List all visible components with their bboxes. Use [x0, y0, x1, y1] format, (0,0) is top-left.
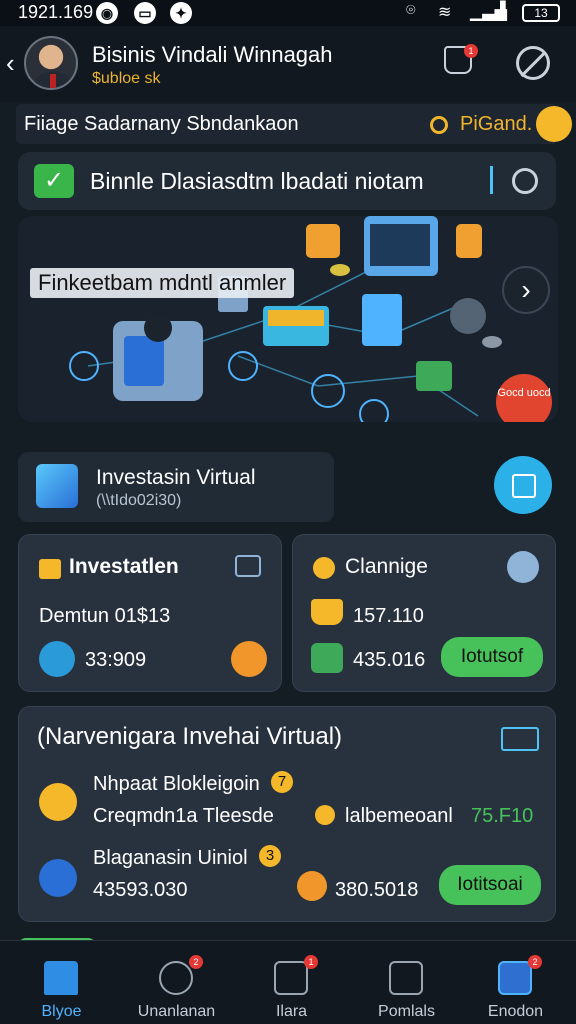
nav-label: Ilara	[275, 1003, 308, 1020]
nav-home[interactable]: Blyoe	[4, 941, 119, 1024]
wifi-icon: ≋	[438, 4, 452, 21]
avatar[interactable]	[24, 36, 78, 90]
search-text: Binnle Dlasiasdtm lbadati niotam	[90, 168, 424, 194]
document-icon	[389, 961, 423, 995]
item-action-button[interactable]: Iotitsoai	[439, 865, 541, 905]
chat-icon: ▭	[134, 2, 156, 24]
nav-badge: 2	[528, 955, 542, 969]
coin-icon	[315, 805, 335, 825]
nav-pomlals[interactable]: Pomlals	[349, 941, 464, 1024]
page-subtitle: $ubloe sk	[92, 70, 161, 87]
list-item-sub: 43593.030	[93, 879, 188, 901]
coin-icon	[430, 116, 448, 134]
profile-icon	[498, 961, 532, 995]
list-item-title: Blaganasin Uiniol	[93, 847, 248, 869]
nav-ilara[interactable]: 1 Ilara	[234, 941, 349, 1024]
nav-enodon[interactable]: 2 Enodon	[458, 941, 573, 1024]
reward-icon[interactable]	[536, 106, 572, 142]
list-item-sub: Creqmdn1a Tleesde	[93, 805, 274, 827]
status-time: 1921.169	[18, 2, 94, 22]
text-cursor	[490, 166, 493, 194]
nav-label: Unanlanan	[137, 1003, 216, 1020]
count-badge: 3	[259, 845, 281, 867]
cart-badge: 1	[464, 44, 478, 58]
bottom-nav: Blyoe 2 Unanlanan 1 Ilara Pomlals 2 Enod…	[0, 940, 576, 1024]
block-icon[interactable]	[516, 46, 550, 80]
chat-icon	[159, 961, 193, 995]
investasi-row[interactable]: Investasin Virtual (\\tIdo02i30)	[18, 452, 334, 522]
card-row: Demtun 01$13	[39, 605, 171, 627]
nav-badge: 1	[304, 955, 318, 969]
nav-label: Pomlals	[378, 1003, 435, 1020]
nav-label: Enodon	[487, 1003, 544, 1020]
coin-icon	[39, 641, 75, 677]
investasi-title: Investasin Virtual	[96, 466, 256, 489]
square-icon	[39, 559, 61, 579]
status-bar: 1921.169 ◉ ▭ ✦ ⌾ ≋ ▁▃▅ ▌ 13	[0, 0, 576, 26]
notification-icon: ◉	[96, 2, 118, 24]
list-item-title: Nhpaat Blokleigoin	[93, 773, 260, 795]
info-bar-label: Fiiage Sadarnany Sbndankaon	[24, 113, 299, 135]
card-row: 157.110	[353, 605, 424, 627]
back-arrow-icon[interactable]: ‹	[6, 48, 15, 79]
card-title: Clannige	[345, 555, 428, 578]
growth-icon	[311, 643, 343, 673]
clannige-card[interactable]: Clannige 157.110 435.016 Iotutsof	[292, 534, 556, 692]
search-banner[interactable]: ✓ Binnle Dlasiasdtm lbadati niotam	[18, 152, 556, 210]
nav-unanlanan[interactable]: 2 Unanlanan	[119, 941, 234, 1024]
card-action-button[interactable]: Iotutsof	[441, 637, 543, 677]
page-title: Bisinis Vindali Winnagah	[92, 42, 333, 67]
nav-label: Blyoe	[41, 1003, 82, 1020]
app-header: ‹ Bisinis Vindali Winnagah $ubloe sk 1	[0, 26, 576, 102]
coin-icon	[313, 557, 335, 579]
card-title: Investatlen	[69, 555, 179, 578]
investatlen-card[interactable]: Investatlen Demtun 01$13 33:909	[18, 534, 282, 692]
cube-icon	[36, 464, 78, 508]
tools-icon	[274, 961, 308, 995]
coin-icon	[297, 871, 327, 901]
list-item-value: 75.F10	[471, 805, 534, 827]
search-icon[interactable]	[512, 168, 538, 194]
battery-icon: 13	[522, 4, 560, 22]
wallet-button[interactable]	[494, 456, 552, 514]
crown-icon	[311, 599, 343, 625]
app-icon: ✦	[170, 2, 192, 24]
navigation-card: (Narvenigara Invehai Virtual) Nhpaat Blo…	[18, 706, 556, 922]
list-item-label: lalbemeoanl	[345, 805, 453, 827]
gear-icon	[39, 783, 77, 821]
hero-label: Finkeetbam mdntl anmler	[30, 268, 295, 298]
signal-icon-2: ▌	[500, 2, 512, 19]
compass-icon[interactable]	[507, 551, 539, 583]
alarm-icon: ⌾	[406, 2, 416, 19]
nav-badge: 2	[189, 955, 203, 969]
card-value: 33:909	[85, 649, 147, 671]
info-bar: Fiiage Sadarnany Sbndankaon PiGand.	[16, 104, 572, 144]
card-value: 435.016	[353, 649, 426, 671]
network-illustration	[69, 216, 502, 422]
wallet-icon[interactable]	[235, 555, 261, 577]
count-badge: 7	[271, 771, 293, 793]
home-icon	[44, 961, 78, 995]
chevron-right-icon[interactable]: ›	[502, 266, 550, 314]
hero-banner[interactable]: Finkeetbam mdntl anmler › Gocd uocd	[18, 216, 558, 422]
plane-icon	[39, 859, 77, 897]
list-item-value: 380.5018	[335, 879, 419, 901]
points-label: PiGand.	[460, 113, 533, 135]
coin-icon[interactable]	[231, 641, 267, 677]
card-title: (Narvenigara Invehai Virtual)	[37, 723, 343, 750]
chart-check-icon: ✓	[34, 164, 74, 198]
investasi-subtitle: (\\tIdo02i30)	[96, 492, 182, 509]
mail-icon[interactable]	[501, 727, 539, 751]
promo-badge[interactable]: Gocd uocd	[496, 374, 552, 422]
